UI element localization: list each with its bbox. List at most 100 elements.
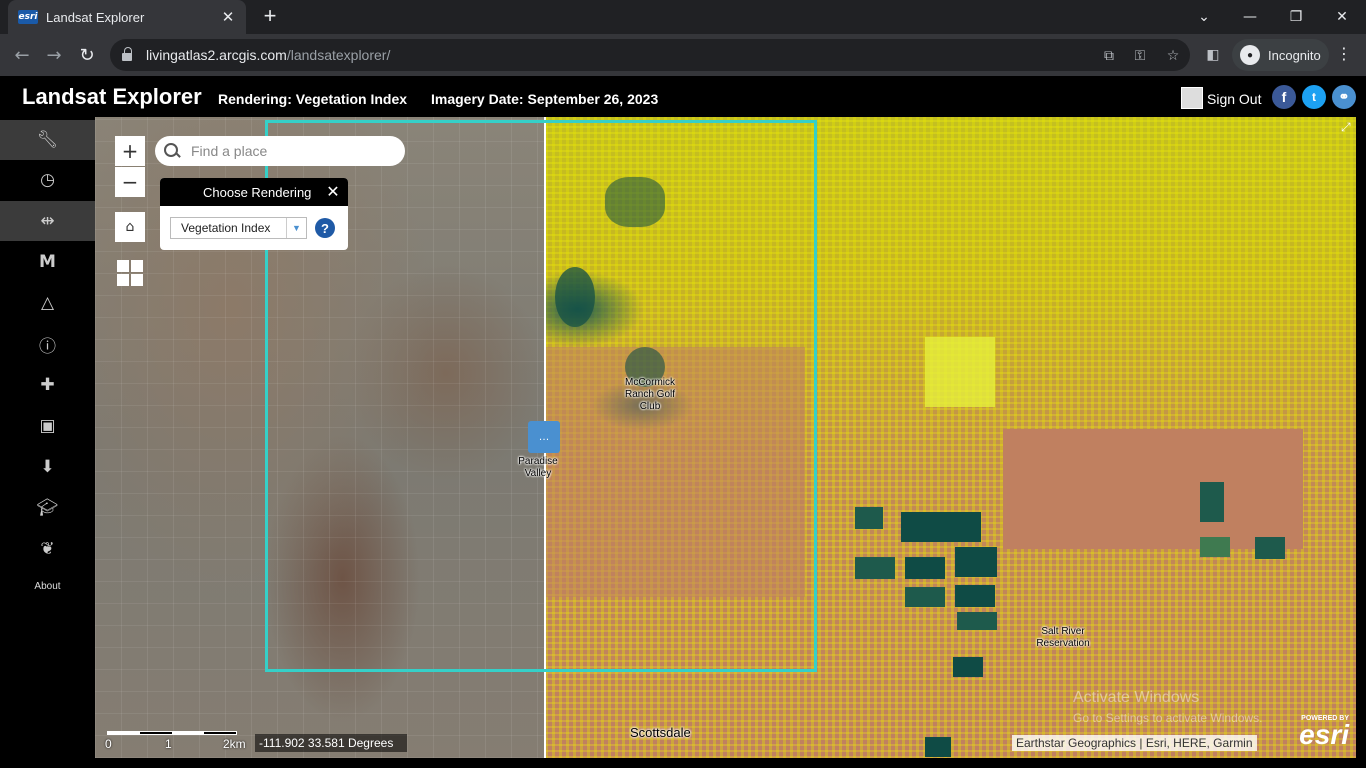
swipe-button[interactable]: ⇹ (0, 201, 95, 241)
vegetation-field (953, 657, 983, 677)
minimize-button[interactable]: — (1227, 0, 1273, 34)
close-icon[interactable]: ✕ (324, 182, 342, 201)
vegetation-field (1200, 482, 1224, 522)
side-panel-icon[interactable]: ◧ (1204, 46, 1222, 64)
leaf-icon: ❦ (40, 539, 55, 559)
vegetation-field (855, 507, 883, 529)
map-label-mccormick: McCormick Ranch Golf Club (624, 377, 676, 412)
triangle-icon: △ (40, 293, 55, 313)
facebook-icon[interactable]: f (1272, 85, 1296, 109)
vegetation-field (905, 557, 945, 579)
info-button[interactable]: ⓘ (0, 324, 95, 364)
watermark-title: Activate Windows (1073, 689, 1200, 706)
scale-bar: 0 1 2km (105, 729, 253, 751)
rendering-panel-title: Choose Rendering (203, 184, 312, 200)
app-header: Landsat Explorer Rendering: Vegetation I… (0, 76, 1366, 117)
address-bar[interactable]: livingatlas2.arcgis.com/landsatexplorer/… (110, 39, 1190, 71)
close-window-button[interactable]: ✕ (1319, 0, 1365, 34)
bare-soil-area (1003, 429, 1303, 549)
home-button[interactable]: ⌂ (115, 212, 145, 242)
scale-line (107, 731, 237, 735)
scale-label-one: 1 (165, 737, 172, 751)
help-icon[interactable]: ? (315, 218, 335, 238)
browser-tab[interactable]: esri Landsat Explorer ✕ (8, 0, 246, 34)
user-avatar (1181, 87, 1203, 109)
sparse-vegetation-field (925, 337, 995, 407)
reload-button[interactable]: ↻ (74, 42, 100, 68)
info-icon: ⓘ (39, 336, 56, 357)
about-link[interactable]: About (0, 581, 95, 592)
watermark-subtitle: Go to Settings to activate Windows. (1073, 711, 1263, 725)
search-input[interactable] (191, 143, 391, 159)
basemap-grid-icon[interactable] (117, 260, 143, 286)
forward-button[interactable]: → (41, 42, 67, 68)
esri-favicon-icon: esri (18, 10, 38, 24)
incognito-icon: ● (1240, 45, 1260, 65)
map-attribution[interactable]: Earthstar Geographics | Esri, HERE, Garm… (1012, 735, 1257, 751)
scale-label-zero: 0 (105, 737, 112, 751)
vegetation-field (955, 547, 997, 577)
browser-menu-icon[interactable]: ⋮ (1336, 44, 1352, 63)
map-view[interactable]: … + − ⌂ Choose Rendering ✕ Vegetation In… (95, 117, 1356, 758)
incognito-indicator[interactable]: ● Incognito (1232, 39, 1329, 71)
twitter-icon[interactable]: t (1302, 85, 1326, 109)
zoom-in-button[interactable]: + (115, 136, 145, 166)
url-host: livingatlas2.arcgis.com (146, 47, 287, 63)
search-icon (163, 142, 181, 160)
download-icon: ⬇ (40, 457, 55, 477)
education-button[interactable]: 🎓︎ (0, 488, 95, 528)
rendering-select-value: Vegetation Index (181, 221, 271, 235)
link-icon[interactable]: ⚭ (1332, 85, 1356, 109)
tab-close-icon[interactable]: ✕ (220, 8, 236, 26)
swipe-handle[interactable]: … (528, 421, 560, 453)
rendering-label: Rendering: Vegetation Index (218, 91, 408, 107)
bookmark-button[interactable]: ✚ (0, 365, 95, 405)
vegetation-field (925, 737, 951, 757)
chevron-down-icon: ▼ (286, 218, 306, 238)
vegetation-field (957, 612, 997, 630)
scale-label-two: 2km (223, 737, 246, 751)
graduation-icon: 🎓︎ (36, 498, 59, 518)
vegetation-field (901, 512, 981, 542)
book-add-icon: ✚ (40, 375, 55, 395)
save-button[interactable]: ▣ (0, 406, 95, 446)
bookmark-star-icon[interactable]: ☆ (1164, 47, 1182, 65)
sign-out-link[interactable]: Sign Out (1207, 91, 1261, 107)
activate-windows-watermark: Activate Windows Go to Settings to activ… (1073, 688, 1262, 728)
m-icon: M (39, 252, 56, 272)
story-button[interactable]: ❦ (0, 529, 95, 569)
rendering-select[interactable]: Vegetation Index ▼ (170, 217, 307, 239)
tools-wrench-button[interactable]: 🔧︎ (0, 120, 95, 160)
url-path: /landsatexplorer/ (286, 47, 391, 63)
zoom-out-button[interactable]: − (115, 167, 145, 197)
tab-search-icon[interactable]: ⌄ (1181, 0, 1227, 34)
key-icon[interactable]: ⚿ (1131, 47, 1149, 65)
incognito-label: Incognito (1268, 47, 1321, 63)
save-icon: ▣ (39, 416, 56, 436)
lock-icon (122, 47, 132, 61)
download-button[interactable]: ⬇ (0, 447, 95, 487)
home-icon: ⌂ (125, 219, 135, 235)
place-search[interactable] (155, 136, 405, 166)
esri-wordmark: esri (1299, 719, 1349, 750)
vegetation-field (855, 557, 895, 579)
restore-button[interactable]: ❐ (1273, 0, 1319, 34)
vegetation-field (1255, 537, 1285, 559)
time-button[interactable]: ◷ (0, 160, 95, 200)
clock-icon: ◷ (40, 170, 55, 190)
imagery-date-label: Imagery Date: September 26, 2023 (431, 91, 659, 107)
new-tab-button[interactable]: + (258, 4, 282, 28)
vegetation-field (905, 587, 945, 607)
change-detection-button[interactable]: △ (0, 283, 95, 323)
tools-sidebar: 🔧︎ ◷ ⇹ M △ ⓘ ✚ ▣ ⬇ 🎓︎ ❦ About (0, 117, 95, 758)
vegetation-field (955, 585, 995, 607)
coordinate-readout: -111.902 33.581 Degrees (255, 734, 407, 752)
install-app-icon[interactable]: ⧉ (1100, 47, 1118, 65)
expand-icon[interactable]: ⤢ (1341, 120, 1355, 134)
mask-button[interactable]: M (0, 242, 95, 282)
esri-logo[interactable]: POWERED BY esri (1285, 715, 1349, 751)
browser-tab-bar: esri Landsat Explorer ✕ + ⌄ — ❐ ✕ (0, 0, 1366, 34)
map-label-scottsdale: Scottsdale (630, 725, 691, 740)
back-button[interactable]: ← (9, 42, 35, 68)
map-label-salt-river: Salt River Reservation (1036, 626, 1090, 649)
